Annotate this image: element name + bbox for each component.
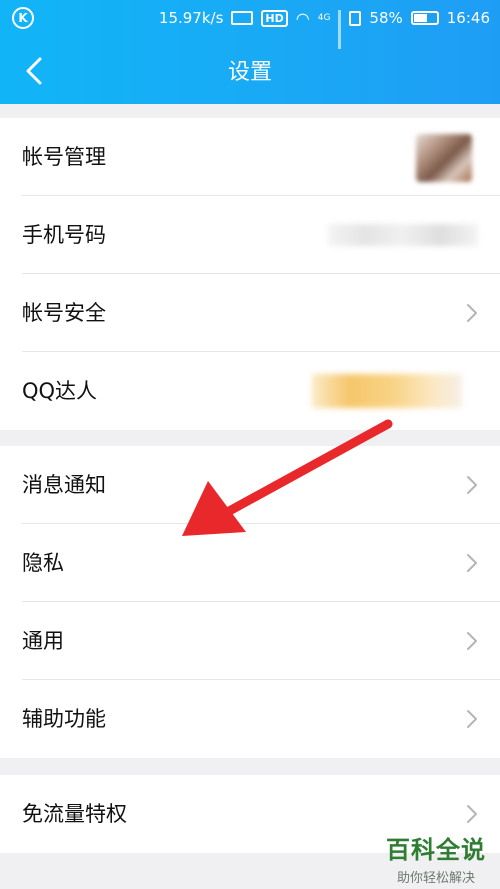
- settings-item-label: 通用: [22, 629, 64, 653]
- app-k-icon: K: [12, 7, 34, 29]
- status-right: 15.97k/s HD ◠ 4G 58% 16:46: [158, 8, 490, 49]
- settings-item-label: 帐号管理: [22, 145, 106, 169]
- status-bar: K 15.97k/s HD ◠ 4G 58% 16:46: [0, 0, 500, 49]
- battery-icon: [410, 11, 439, 25]
- settings-item-label: 手机号码: [22, 223, 106, 247]
- settings-item-account-security[interactable]: 帐号安全: [0, 274, 500, 352]
- battery-percent: 58%: [369, 9, 403, 27]
- settings-item-privacy[interactable]: 隐私: [0, 524, 500, 602]
- watermark-title: 百科全说: [386, 836, 486, 864]
- settings-item-qq-expert[interactable]: QQ达人: [0, 352, 500, 430]
- header-background: K 15.97k/s HD ◠ 4G 58% 16:46 设置: [0, 0, 500, 104]
- settings-group-general: 消息通知 隐私 通用 辅助功能: [0, 446, 500, 758]
- chevron-right-icon: [466, 553, 478, 573]
- watermark: 百科全说 助你轻松解决: [386, 830, 486, 886]
- settings-item-account-management[interactable]: 帐号管理: [0, 118, 500, 196]
- watermark-subtitle: 助你轻松解决: [396, 871, 475, 886]
- avatar: [416, 134, 472, 182]
- settings-item-general[interactable]: 通用: [0, 602, 500, 680]
- phone-number-value: [328, 224, 478, 246]
- settings-item-label: 消息通知: [22, 473, 106, 497]
- chevron-right-icon: [466, 804, 478, 824]
- hd-icon: HD: [261, 9, 288, 27]
- network-type: 4G: [317, 13, 331, 23]
- chevron-right-icon: [466, 475, 478, 495]
- chevron-right-icon: [466, 631, 478, 651]
- settings-item-label: 辅助功能: [22, 707, 106, 731]
- settings-item-label: QQ达人: [22, 379, 98, 403]
- qq-expert-badge: [312, 374, 462, 408]
- settings-item-label: 帐号安全: [22, 301, 106, 325]
- page-title: 设置: [227, 60, 272, 85]
- sim-icon: [349, 10, 362, 26]
- chevron-right-icon: [466, 303, 478, 323]
- wifi-icon: ◠: [295, 8, 310, 28]
- chevron-right-icon: [466, 709, 478, 729]
- settings-item-notifications[interactable]: 消息通知: [0, 446, 500, 524]
- signal-icon: [338, 10, 342, 49]
- nav-bar: 设置: [0, 36, 500, 104]
- settings-item-label: 隐私: [22, 551, 64, 575]
- settings-item-phone-number[interactable]: 手机号码: [0, 196, 500, 274]
- network-speed: 15.97k/s: [158, 9, 224, 27]
- settings-item-label: 免流量特权: [22, 802, 127, 826]
- settings-item-accessibility[interactable]: 辅助功能: [0, 680, 500, 758]
- cast-icon: [231, 11, 254, 25]
- clock: 16:46: [446, 9, 490, 27]
- settings-group-account: 帐号管理 手机号码 帐号安全 QQ达人: [0, 118, 500, 430]
